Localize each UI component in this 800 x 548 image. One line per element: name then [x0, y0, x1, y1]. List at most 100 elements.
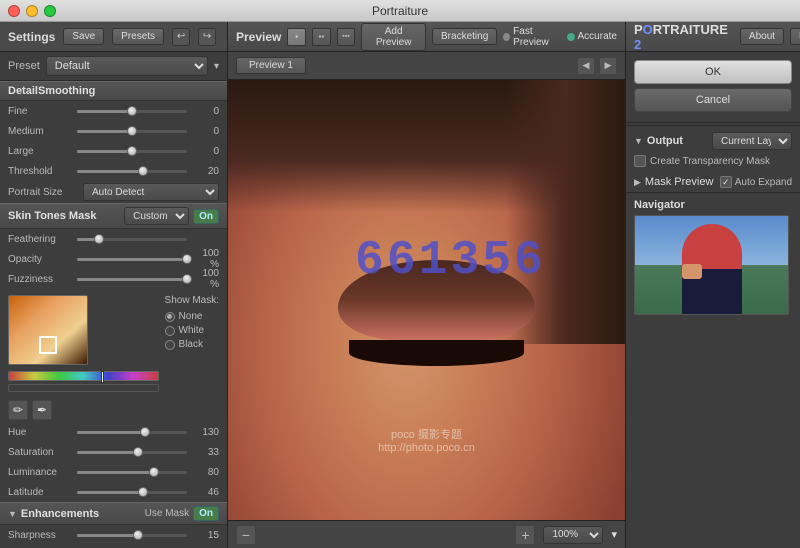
center-panel: Preview ▪ ▪▪ ▪▪▪ Add Preview Bracketing … — [228, 22, 625, 548]
sharpness-slider-row: Sharpness 15 — [0, 525, 227, 545]
skin-tones-mask-title: Skin Tones Mask — [8, 210, 120, 222]
ok-button[interactable]: OK — [634, 60, 792, 84]
navigator-thumbnail[interactable] — [634, 215, 789, 315]
help-button[interactable]: Help — [790, 28, 800, 45]
enhancements-on-badge[interactable]: On — [193, 506, 219, 521]
split-view-button[interactable]: ▪▪ — [312, 28, 331, 46]
preset-select[interactable]: Default — [46, 56, 208, 76]
hue-bar[interactable] — [8, 371, 159, 381]
opacity-track[interactable] — [77, 258, 187, 261]
single-view-button[interactable]: ▪ — [287, 28, 306, 46]
eyedropper-button-2[interactable]: ✒ — [32, 400, 52, 420]
undo-icon: ↩ — [177, 31, 185, 42]
skin-tones-on-badge[interactable]: On — [193, 209, 219, 224]
medium-label: Medium — [8, 126, 73, 137]
latitude-track[interactable] — [77, 491, 187, 494]
divider-1 — [626, 122, 800, 123]
detail-smoothing-title: DetailSmoothing — [8, 85, 95, 97]
hue-track[interactable] — [77, 431, 187, 434]
dual-view-button[interactable]: ▪▪▪ — [337, 28, 356, 46]
sharpness-track[interactable] — [77, 534, 187, 537]
output-label: Output — [647, 135, 708, 147]
enhancements-collapse-icon[interactable]: ▼ — [8, 509, 17, 519]
white-radio[interactable] — [165, 326, 175, 336]
auto-expand-row[interactable]: Auto Expand — [720, 176, 792, 188]
eyedropper-button[interactable]: ✏ — [8, 400, 28, 420]
left-content: DetailSmoothing Fine 0 Medium 0 Lar — [0, 81, 227, 548]
fast-preview-radio[interactable] — [503, 33, 510, 41]
preview-prev-button[interactable]: ◀ — [577, 57, 595, 75]
threshold-track[interactable] — [77, 170, 187, 173]
maximize-button[interactable] — [44, 5, 56, 17]
none-radio[interactable] — [165, 312, 175, 322]
minimize-button[interactable] — [26, 5, 38, 17]
threshold-label: Threshold — [8, 166, 73, 177]
alpha-bar[interactable] — [8, 384, 159, 392]
large-track[interactable] — [77, 150, 187, 153]
close-button[interactable] — [8, 5, 20, 17]
mask-preview-row: ▶ Mask Preview Auto Expand — [626, 174, 800, 190]
create-transparency-checkbox[interactable] — [634, 155, 646, 167]
mask-preview-collapse-icon[interactable]: ▶ — [634, 177, 641, 188]
fine-track[interactable] — [77, 110, 187, 113]
settings-title: Settings — [8, 30, 55, 44]
accurate-option[interactable]: Accurate — [567, 31, 617, 42]
medium-track[interactable] — [77, 130, 187, 133]
undo-button[interactable]: ↩ — [172, 28, 190, 46]
zoom-chevron-icon: ▾ — [611, 528, 617, 541]
enhancements-title: Enhancements — [21, 508, 141, 520]
single-view-icon: ▪ — [295, 32, 298, 41]
fuzziness-track[interactable] — [77, 278, 187, 281]
luminance-label: Luminance — [8, 467, 73, 478]
portrait-size-select[interactable]: Auto Detect — [83, 183, 219, 201]
add-preview-button[interactable]: Add Preview — [361, 23, 426, 51]
watermark-line1: poco 摄影专题 — [378, 426, 475, 442]
preset-row: Preset Default ▾ — [0, 52, 227, 81]
mask-preview-label: Mask Preview — [645, 176, 716, 188]
output-row: ▼ Output Current Layer — [634, 132, 792, 150]
feathering-track[interactable] — [77, 238, 187, 241]
zoom-minus-button[interactable]: − — [236, 525, 256, 545]
hue-label: Hue — [8, 427, 73, 438]
none-option-label: None — [179, 311, 203, 322]
window-controls[interactable] — [8, 5, 56, 17]
portraiture-logo: PORTRAITURE 2 — [634, 22, 728, 52]
none-radio-row[interactable]: None — [165, 311, 219, 322]
zoom-plus-button[interactable]: + — [515, 525, 535, 545]
logo-accent: O — [643, 22, 653, 37]
luminance-track[interactable] — [77, 471, 187, 474]
luminance-value: 80 — [191, 467, 219, 478]
output-collapse-icon[interactable]: ▼ — [634, 136, 643, 146]
large-label: Large — [8, 146, 73, 157]
sharpness-label: Sharpness — [8, 530, 73, 541]
preview-next-button[interactable]: ▶ — [599, 57, 617, 75]
saturation-track[interactable] — [77, 451, 187, 454]
latitude-label: Latitude — [8, 487, 73, 498]
black-option-label: Black — [179, 339, 203, 350]
fast-preview-option[interactable]: Fast Preview — [503, 26, 560, 48]
right-panel: PORTRAITURE 2 About Help OK Cancel ▼ Out… — [625, 22, 800, 548]
navigator-label: Navigator — [634, 199, 792, 211]
preview-1-tab[interactable]: Preview 1 — [236, 57, 306, 74]
redo-button[interactable]: ↪ — [198, 28, 216, 46]
about-button[interactable]: About — [740, 28, 784, 45]
output-layer-select[interactable]: Current Layer — [712, 132, 792, 150]
large-value: 0 — [191, 146, 219, 157]
auto-expand-checkbox[interactable] — [720, 176, 732, 188]
cancel-button[interactable]: Cancel — [634, 88, 792, 112]
zoom-select[interactable]: 100% — [543, 526, 603, 544]
color-picker[interactable] — [8, 295, 88, 365]
presets-button[interactable]: Presets — [112, 28, 164, 45]
chevron-right-icon: ▶ — [605, 60, 612, 71]
preview-content: Preview 1 ◀ ▶ 661356 — [228, 52, 625, 548]
black-radio-row[interactable]: Black — [165, 339, 219, 350]
preview-image: 661356 poco 摄影专题 http://photo.poco.cn — [228, 80, 625, 520]
white-radio-row[interactable]: White — [165, 325, 219, 336]
save-button[interactable]: Save — [63, 28, 104, 45]
accurate-radio[interactable] — [567, 33, 575, 41]
skin-tones-mask-select[interactable]: Custom — [124, 207, 189, 225]
bracketing-button[interactable]: Bracketing — [432, 28, 497, 45]
black-radio[interactable] — [165, 340, 175, 350]
create-transparency-row[interactable]: Create Transparency Mask — [634, 154, 792, 168]
preview-title: Preview — [236, 30, 281, 44]
